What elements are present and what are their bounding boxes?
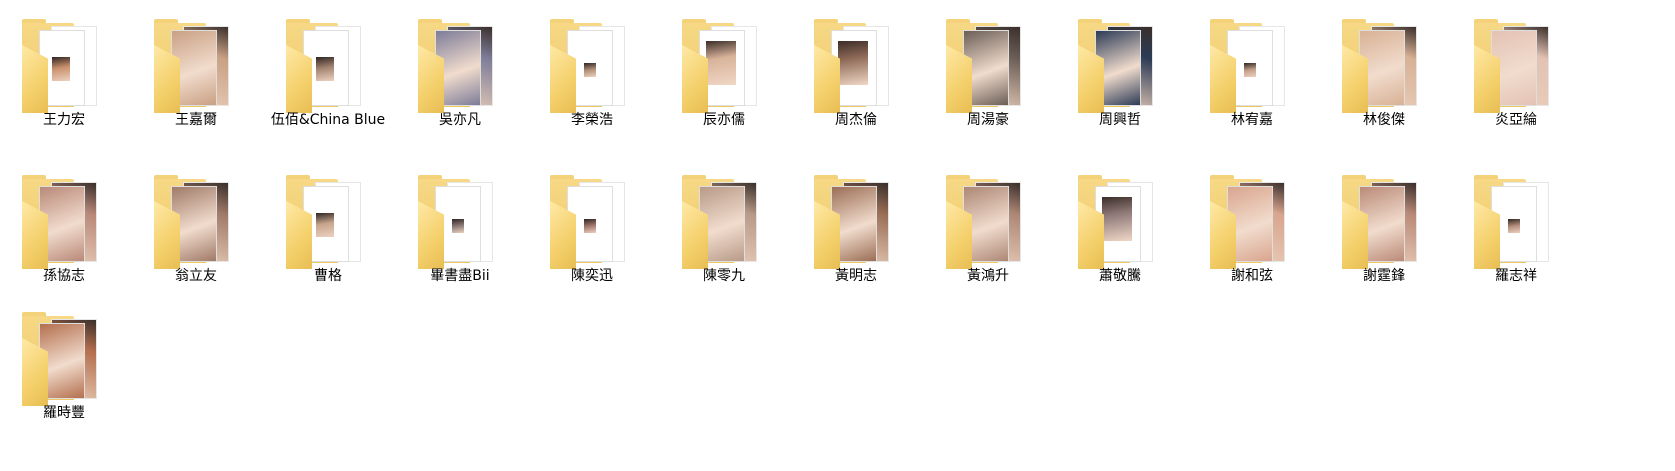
folder-icon [946,19,1028,119]
folder-icon [1210,175,1292,275]
folder-label: 翁立友 [175,268,217,284]
folder-grid: 王力宏 王嘉爾 伍佰&China Blue 吳亦凡 李榮浩 辰亦儒 周杰倫 周湯豪 周興哲 林宥嘉… [0,0,1675,471]
folder-icon [1474,19,1556,119]
folder-icon [154,175,236,275]
folder-icon [682,175,764,275]
folder-label: 黃明志 [835,268,877,284]
folder-item[interactable]: 周興哲 [1056,0,1184,160]
folder-icon [154,19,236,119]
thumbnail-photo [52,57,70,81]
folder-icon [550,175,632,275]
folder-label: 畢書盡Bii [430,268,490,284]
folder-item[interactable]: 李榮浩 [528,0,656,160]
folder-label: 周興哲 [1099,112,1141,128]
folder-icon [286,19,368,119]
folder-label: 辰亦儒 [703,112,745,128]
folder-label: 炎亞綸 [1495,112,1537,128]
folder-icon [22,19,104,119]
folder-item[interactable]: 周湯豪 [924,0,1052,160]
folder-icon [1210,19,1292,119]
folder-icon [22,175,104,275]
thumbnail-photo [584,63,596,77]
folder-icon [22,312,104,412]
folder-label: 陳奕迅 [571,268,613,284]
folder-item[interactable]: 炎亞綸 [1452,0,1580,160]
folder-label: 謝霆鋒 [1363,268,1405,284]
folder-label: 蕭敬騰 [1099,268,1141,284]
folder-item[interactable]: 王嘉爾 [132,0,260,160]
folder-item[interactable]: 翁立友 [132,156,260,316]
folder-icon [1078,19,1160,119]
folder-label: 林宥嘉 [1231,112,1273,128]
folder-label: 羅時豐 [43,405,85,421]
folder-icon [814,19,896,119]
folder-item[interactable]: 周杰倫 [792,0,920,160]
folder-item[interactable]: 畢書盡Bii [396,156,524,316]
folder-icon [550,19,632,119]
folder-icon [814,175,896,275]
folder-item[interactable]: 黃明志 [792,156,920,316]
thumbnail-photo [316,213,334,237]
folder-label: 曹格 [314,268,342,284]
folder-label: 吳亦凡 [439,112,481,128]
folder-item[interactable]: 陳零九 [660,156,788,316]
thumbnail-photo [1508,219,1520,233]
folder-item[interactable]: 吳亦凡 [396,0,524,160]
folder-label: 伍佰&China Blue [270,112,386,128]
folder-item[interactable]: 羅時豐 [0,293,128,453]
thumbnail-photo [838,41,868,85]
folder-item[interactable]: 孫協志 [0,156,128,316]
folder-item[interactable]: 伍佰&China Blue [264,0,392,160]
folder-icon [1078,175,1160,275]
folder-item[interactable]: 黃鴻升 [924,156,1052,316]
folder-item[interactable]: 曹格 [264,156,392,316]
folder-label: 陳零九 [703,268,745,284]
folder-icon [418,175,500,275]
folder-item[interactable]: 林宥嘉 [1188,0,1316,160]
folder-label: 周杰倫 [835,112,877,128]
folder-label: 周湯豪 [967,112,1009,128]
folder-label: 羅志祥 [1495,268,1537,284]
folder-item[interactable]: 陳奕迅 [528,156,656,316]
folder-icon [946,175,1028,275]
folder-icon [1342,19,1424,119]
folder-item[interactable]: 謝和弦 [1188,156,1316,316]
thumbnail-photo [1102,197,1132,241]
thumbnail-photo [706,41,736,85]
folder-item[interactable]: 蕭敬騰 [1056,156,1184,316]
folder-label: 王嘉爾 [175,112,217,128]
folder-label: 林俊傑 [1363,112,1405,128]
folder-label: 黃鴻升 [967,268,1009,284]
folder-item[interactable]: 辰亦儒 [660,0,788,160]
folder-icon [418,19,500,119]
folder-icon [682,19,764,119]
folder-item[interactable]: 謝霆鋒 [1320,156,1448,316]
folder-item[interactable]: 王力宏 [0,0,128,160]
folder-icon [286,175,368,275]
thumbnail-photo [316,57,334,81]
folder-label: 孫協志 [43,268,85,284]
thumbnail-photo [452,219,464,233]
folder-label: 謝和弦 [1231,268,1273,284]
folder-label: 李榮浩 [571,112,613,128]
folder-item[interactable]: 羅志祥 [1452,156,1580,316]
folder-icon [1342,175,1424,275]
folder-icon [1474,175,1556,275]
thumbnail-photo [1244,63,1256,77]
thumbnail-photo [584,219,596,233]
folder-item[interactable]: 林俊傑 [1320,0,1448,160]
folder-label: 王力宏 [43,112,85,128]
